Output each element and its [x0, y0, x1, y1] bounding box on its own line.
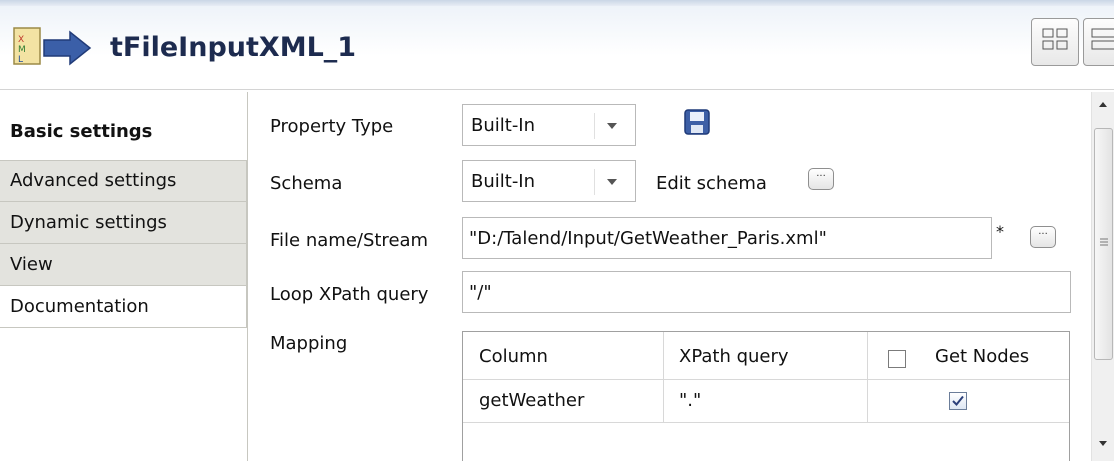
table-cell-column[interactable]: getWeather — [479, 390, 584, 411]
xpath-header[interactable]: XPath query — [679, 346, 789, 367]
file-name-label: File name/Stream — [270, 230, 429, 251]
tab-label: View — [10, 253, 53, 275]
combo-separator — [594, 169, 595, 195]
tab-label: Dynamic settings — [10, 211, 167, 233]
chevron-down-icon — [607, 179, 617, 185]
scroll-up-icon[interactable] — [1098, 100, 1108, 108]
vertical-scrollbar[interactable] — [1091, 92, 1114, 461]
component-header: X M L tFileInputXML_1 — [0, 6, 1114, 90]
ellipsis-icon: ··· — [1038, 229, 1048, 240]
scroll-thumb[interactable] — [1094, 128, 1113, 360]
mapping-label: Mapping — [270, 333, 348, 354]
svg-text:M: M — [18, 45, 26, 55]
tab-documentation[interactable]: Documentation — [0, 286, 247, 328]
schema-label: Schema — [270, 173, 343, 194]
schema-select[interactable]: Built-In — [462, 160, 636, 202]
loop-xpath-value: "/" — [469, 281, 492, 303]
grip-icon — [1100, 238, 1108, 246]
get-nodes-header-checkbox[interactable] — [888, 350, 906, 368]
svg-text:L: L — [18, 55, 23, 65]
chevron-down-icon — [607, 123, 617, 129]
get-nodes-checkbox[interactable] — [949, 392, 967, 410]
grid-layout-button[interactable] — [1031, 18, 1079, 66]
property-type-select[interactable]: Built-In — [462, 104, 636, 146]
get-nodes-header[interactable]: Get Nodes — [935, 346, 1029, 367]
tab-label: Basic settings — [10, 121, 153, 142]
combo-separator — [594, 113, 595, 139]
stacked-layout-icon — [1091, 28, 1114, 50]
stacked-layout-button[interactable] — [1083, 18, 1114, 66]
sidebar-divider — [247, 92, 248, 461]
floppy-disk-icon[interactable] — [683, 108, 711, 136]
component-title: tFileInputXML_1 — [110, 32, 357, 63]
tab-label: Documentation — [10, 295, 149, 317]
edit-schema-label: Edit schema — [656, 173, 767, 194]
tab-advanced-settings[interactable]: Advanced settings — [0, 160, 247, 202]
svg-text:X: X — [18, 35, 24, 45]
grid-layout-icon — [1042, 28, 1068, 50]
header-divider — [463, 379, 1069, 380]
loop-xpath-label: Loop XPath query — [270, 284, 429, 305]
tab-basic-settings[interactable]: Basic settings — [0, 112, 247, 152]
edit-schema-button[interactable]: ··· — [808, 168, 834, 190]
tab-dynamic-settings[interactable]: Dynamic settings — [0, 202, 247, 244]
mapping-table: Column XPath query Get Nodes getWeather … — [462, 331, 1070, 461]
browse-file-button[interactable]: ··· — [1030, 226, 1056, 248]
ellipsis-icon: ··· — [816, 171, 826, 182]
col-divider — [663, 332, 664, 422]
table-cell-xpath[interactable]: "." — [679, 390, 701, 411]
settings-sidebar: Basic settings Advanced settings Dynamic… — [0, 92, 247, 461]
scroll-down-icon[interactable] — [1098, 440, 1108, 448]
column-header[interactable]: Column — [479, 346, 548, 367]
xml-file-arrow-icon: X M L — [13, 27, 92, 66]
required-marker: * — [996, 222, 1004, 241]
file-name-value: "D:/Talend/Input/GetWeather_Paris.xml" — [469, 227, 827, 249]
schema-value: Built-In — [471, 170, 536, 192]
tab-view[interactable]: View — [0, 244, 247, 286]
file-name-input[interactable]: "D:/Talend/Input/GetWeather_Paris.xml" — [462, 217, 992, 259]
tab-label: Advanced settings — [10, 170, 177, 191]
checkmark-icon — [952, 395, 964, 406]
col-divider — [867, 332, 868, 422]
property-type-value: Built-In — [471, 114, 536, 136]
loop-xpath-input[interactable]: "/" — [462, 271, 1071, 313]
row-divider — [463, 422, 1069, 423]
property-type-label: Property Type — [270, 116, 394, 137]
